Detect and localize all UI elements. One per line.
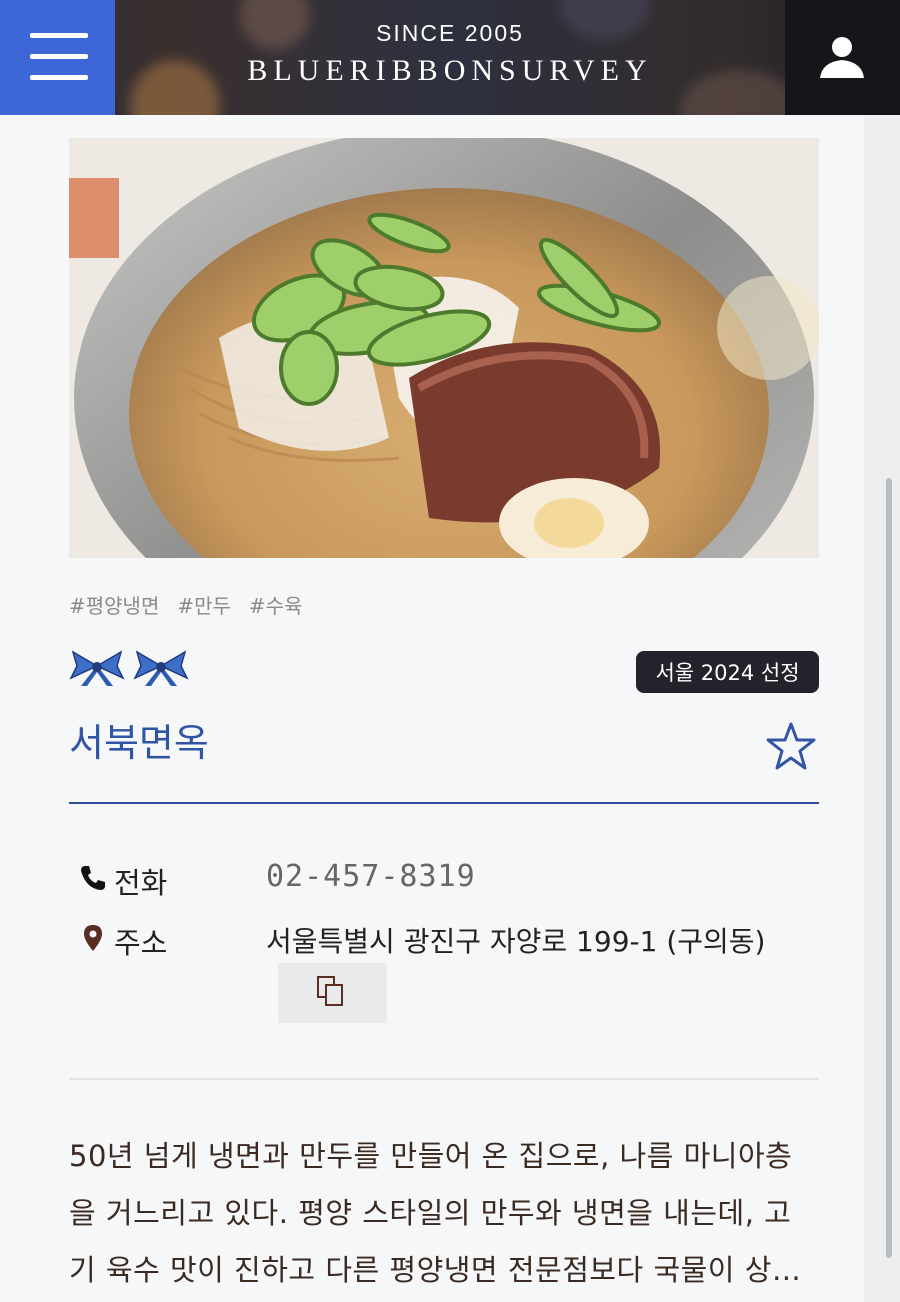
- title-divider: [69, 802, 819, 804]
- copy-icon: [317, 976, 343, 1006]
- favorite-button[interactable]: [764, 720, 818, 774]
- location-pin-icon: [84, 925, 102, 951]
- address-block: 서울특별시 광진구 자양로 199-1 (구의동): [266, 917, 806, 1027]
- user-button[interactable]: [785, 0, 900, 115]
- tag-list: #평양냉면 #만두 #수육: [69, 590, 302, 619]
- menu-icon: [30, 33, 88, 38]
- tag-suyuk[interactable]: #수육: [249, 590, 303, 619]
- restaurant-name: 서북면옥: [69, 721, 209, 765]
- address-label: 주소: [114, 926, 168, 960]
- phone-label: 전화: [114, 866, 168, 900]
- restaurant-description: 50년 넘게 냉면과 만두를 만들어 온 집으로, 나름 마니아층을 거느리고 …: [69, 1139, 802, 1287]
- menu-button[interactable]: [0, 0, 115, 115]
- phone-number[interactable]: 02-457-8319: [266, 859, 476, 894]
- ribbon-icon: [69, 650, 125, 686]
- star-outline-icon: [766, 722, 816, 770]
- address-row: 주소: [78, 920, 264, 962]
- ribbon-icon: [133, 650, 189, 686]
- ribbon-rating: [69, 648, 189, 688]
- tag-pyongyang-naengmyeon[interactable]: #평양냉면: [69, 590, 159, 619]
- restaurant-photo: [69, 138, 819, 558]
- brand[interactable]: SINCE 2005 BLUERIBBONSURVEY: [115, 0, 785, 115]
- top-header: SINCE 2005 BLUERIBBONSURVEY: [0, 0, 900, 115]
- since-text: SINCE 2005: [376, 20, 524, 46]
- user-icon: [820, 37, 864, 78]
- section-divider: [69, 1078, 819, 1080]
- scrollbar-track[interactable]: [864, 115, 900, 1302]
- scrollbar-thumb[interactable]: [886, 478, 892, 1258]
- selection-badge: 서울 2024 선정: [636, 651, 819, 693]
- address-text: 서울특별시 광진구 자양로 199-1 (구의동): [266, 925, 766, 958]
- menu-icon: [30, 75, 88, 80]
- phone-icon: [81, 866, 105, 890]
- copy-address-button[interactable]: [278, 963, 387, 1023]
- tag-mandu[interactable]: #만두: [177, 590, 231, 619]
- brand-logo: BLUERIBBONSURVEY: [247, 54, 653, 87]
- phone-row: 전화: [78, 860, 264, 902]
- menu-icon: [30, 54, 88, 59]
